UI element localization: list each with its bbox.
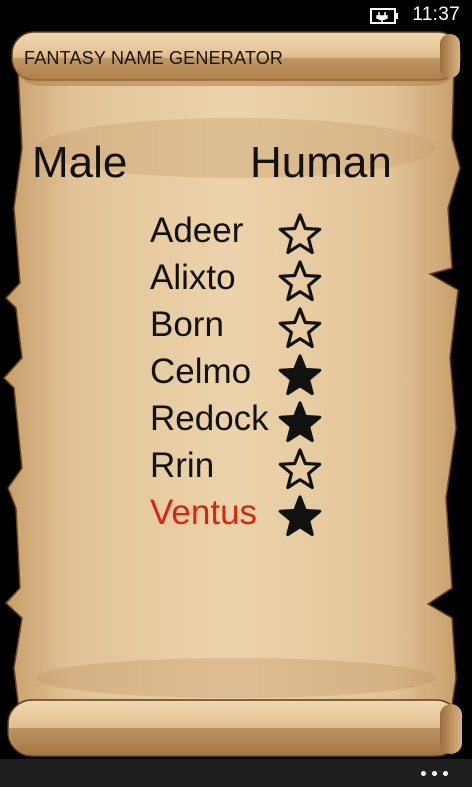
star-outline-icon[interactable] [278, 447, 322, 491]
name-list-item[interactable]: Redock [150, 396, 350, 443]
app-bar [0, 759, 472, 787]
star-outline-icon[interactable] [278, 259, 322, 303]
app-screen: 11:37 FANTASY NAME GENERATOR Male Human … [0, 0, 472, 787]
star-filled-icon[interactable] [278, 400, 322, 444]
star-filled-icon[interactable] [278, 353, 322, 397]
star-outline-icon[interactable] [278, 306, 322, 350]
name-text: Celmo [150, 352, 252, 391]
name-list-item[interactable]: Adeer [150, 208, 350, 255]
name-text: Alixto [150, 258, 236, 297]
name-text: Ventus [150, 493, 258, 532]
app-title: FANTASY NAME GENERATOR [24, 48, 284, 68]
name-list-item[interactable]: Celmo [150, 349, 350, 396]
status-time: 11:37 [412, 4, 460, 25]
name-list-item[interactable]: Rrin [150, 443, 350, 490]
more-options-icon[interactable] [418, 765, 452, 781]
name-text: Born [150, 305, 224, 344]
name-text: Adeer [150, 211, 244, 250]
battery-charging-icon [370, 8, 398, 24]
gender-selector[interactable]: Male [32, 138, 127, 188]
name-list-item[interactable]: Born [150, 302, 350, 349]
name-text: Rrin [150, 446, 215, 485]
name-list-item-selected[interactable]: Ventus [150, 490, 350, 537]
generated-names-list: Adeer Alixto Born Celmo Redock Rrin Vent… [150, 208, 350, 537]
name-text: Redock [150, 399, 269, 438]
star-outline-icon[interactable] [278, 212, 322, 256]
race-selector[interactable]: Human [250, 138, 392, 188]
star-filled-icon[interactable] [278, 494, 322, 538]
name-list-item[interactable]: Alixto [150, 255, 350, 302]
